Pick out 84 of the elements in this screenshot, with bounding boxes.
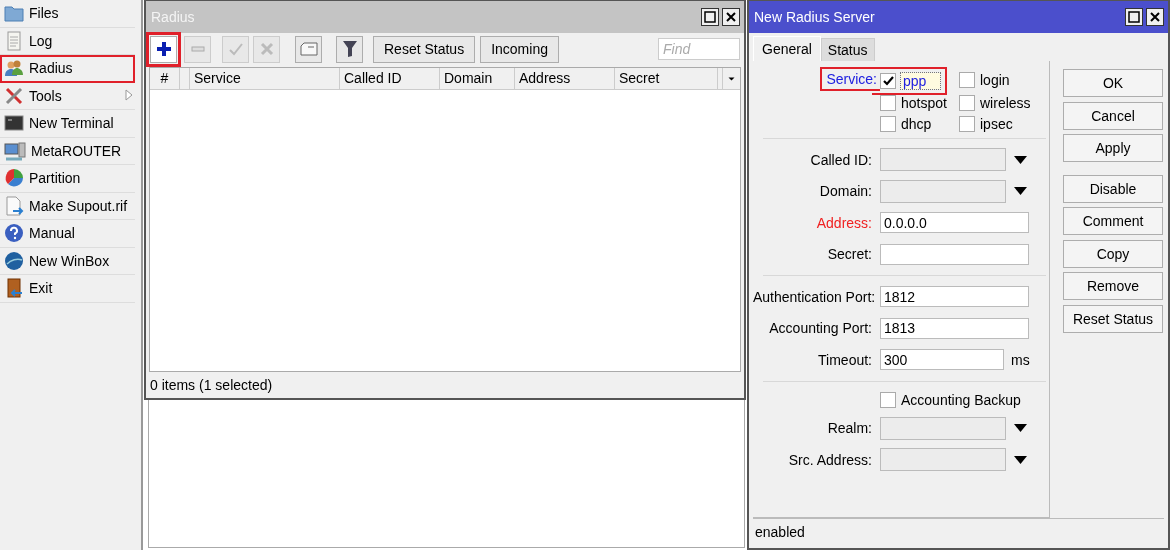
close-button[interactable] bbox=[722, 8, 740, 26]
window-title: New Radius Server bbox=[754, 9, 875, 25]
tools-icon bbox=[4, 85, 24, 106]
document-icon bbox=[4, 30, 24, 51]
computer-icon bbox=[4, 140, 26, 161]
menu-item[interactable]: MetaROUTER bbox=[0, 137, 135, 165]
menu-item[interactable]: Exit bbox=[0, 275, 135, 303]
maximize-button[interactable] bbox=[701, 8, 719, 26]
filter-icon bbox=[341, 40, 358, 58]
menu-item[interactable]: Radius bbox=[0, 55, 135, 83]
pie-chart-icon bbox=[4, 168, 24, 189]
menu-item[interactable]: New WinBox bbox=[0, 247, 135, 275]
menu-item[interactable]: Log bbox=[0, 27, 135, 55]
door-icon bbox=[4, 278, 24, 299]
help-icon bbox=[4, 223, 24, 244]
users-icon bbox=[4, 58, 24, 79]
folder-icon bbox=[4, 4, 24, 23]
checkbox-option[interactable]: ipsec bbox=[959, 115, 1039, 133]
dropdown-field[interactable] bbox=[880, 179, 1006, 203]
search-field[interactable]: Find bbox=[658, 38, 740, 60]
dialog-button[interactable]: Disable bbox=[1063, 174, 1163, 203]
filter-button[interactable] bbox=[336, 35, 363, 63]
column-header[interactable]: # bbox=[150, 68, 180, 89]
menu-item[interactable]: Files bbox=[0, 0, 135, 28]
field-label: Called ID: bbox=[810, 151, 872, 168]
field-label: Authentication Port: bbox=[753, 288, 876, 305]
field-label: Secret: bbox=[827, 246, 872, 263]
close-button[interactable] bbox=[1146, 8, 1164, 26]
dropdown-arrow-icon[interactable] bbox=[1014, 424, 1027, 433]
checkmark-icon bbox=[227, 41, 244, 57]
menu-item[interactable]: Make Supout.rif bbox=[0, 192, 135, 220]
input-field[interactable]: 1813 bbox=[880, 317, 1029, 339]
dialog-button[interactable]: Reset Status bbox=[1063, 304, 1163, 333]
toolbar-button[interactable]: Reset Status bbox=[373, 35, 476, 63]
column-header[interactable]: Address bbox=[515, 68, 615, 89]
field-label: Timeout: bbox=[818, 351, 872, 368]
status-text: enabled bbox=[755, 524, 805, 540]
dropdown-arrow-icon[interactable] bbox=[1014, 155, 1027, 164]
plus-icon bbox=[155, 41, 172, 57]
menu-item[interactable]: Partition bbox=[0, 165, 135, 193]
cross-icon bbox=[258, 41, 275, 57]
field-label: Accounting Port: bbox=[769, 320, 872, 337]
status-text: 0 items (1 selected) bbox=[150, 377, 273, 393]
checkbox-option[interactable]: dhcp bbox=[880, 115, 959, 133]
terminal-icon bbox=[4, 114, 24, 133]
checkbox-option[interactable]: hotspot bbox=[880, 94, 959, 112]
maximize-button[interactable] bbox=[1125, 8, 1143, 26]
input-field[interactable]: 1812 bbox=[880, 286, 1029, 308]
field-label: Address: bbox=[816, 214, 872, 231]
unit-label: ms bbox=[1011, 351, 1030, 368]
menu-item[interactable]: New Terminal bbox=[0, 110, 135, 138]
field-label: Src. Address: bbox=[788, 451, 872, 468]
checkbox-option[interactable]: wireless bbox=[959, 94, 1039, 112]
input-field[interactable]: 0.0.0.0 bbox=[880, 212, 1029, 234]
checkbox-option[interactable]: Accounting Backup bbox=[880, 390, 1021, 409]
menu-item[interactable]: Manual bbox=[0, 220, 135, 248]
dropdown-arrow-icon[interactable] bbox=[1014, 455, 1027, 464]
column-header[interactable]: Domain bbox=[440, 68, 515, 89]
note-icon bbox=[299, 42, 318, 56]
input-field[interactable]: 300 bbox=[880, 349, 1004, 371]
dropdown-arrow-icon[interactable] bbox=[1014, 187, 1027, 196]
dialog-button[interactable]: Remove bbox=[1063, 272, 1163, 300]
dialog-button[interactable]: OK bbox=[1063, 69, 1163, 97]
column-header[interactable]: Service bbox=[190, 68, 340, 89]
globe-icon bbox=[4, 250, 24, 271]
checkbox-option[interactable]: login bbox=[959, 71, 1039, 89]
tab[interactable]: General bbox=[753, 36, 821, 61]
dropdown-field[interactable] bbox=[880, 148, 1006, 172]
dialog-button[interactable]: Copy bbox=[1063, 239, 1163, 268]
tab[interactable]: Status bbox=[820, 38, 875, 61]
field-label: Domain: bbox=[819, 183, 872, 200]
toolbar-button[interactable]: Incoming bbox=[480, 35, 559, 63]
menu-item[interactable]: Tools bbox=[0, 82, 135, 110]
dropdown-field[interactable] bbox=[880, 448, 1006, 472]
dialog-button[interactable]: Cancel bbox=[1063, 101, 1163, 130]
field-label: Realm: bbox=[827, 420, 872, 437]
dialog-button[interactable]: Comment bbox=[1063, 207, 1163, 235]
input-field[interactable] bbox=[880, 243, 1029, 265]
file-arrow-icon bbox=[4, 195, 24, 216]
dialog-button[interactable]: Apply bbox=[1063, 134, 1163, 162]
dropdown-field[interactable] bbox=[880, 416, 1006, 440]
column-header[interactable]: Secret bbox=[615, 68, 718, 89]
column-header[interactable]: Called ID bbox=[340, 68, 440, 89]
checkmark-icon bbox=[882, 75, 894, 87]
